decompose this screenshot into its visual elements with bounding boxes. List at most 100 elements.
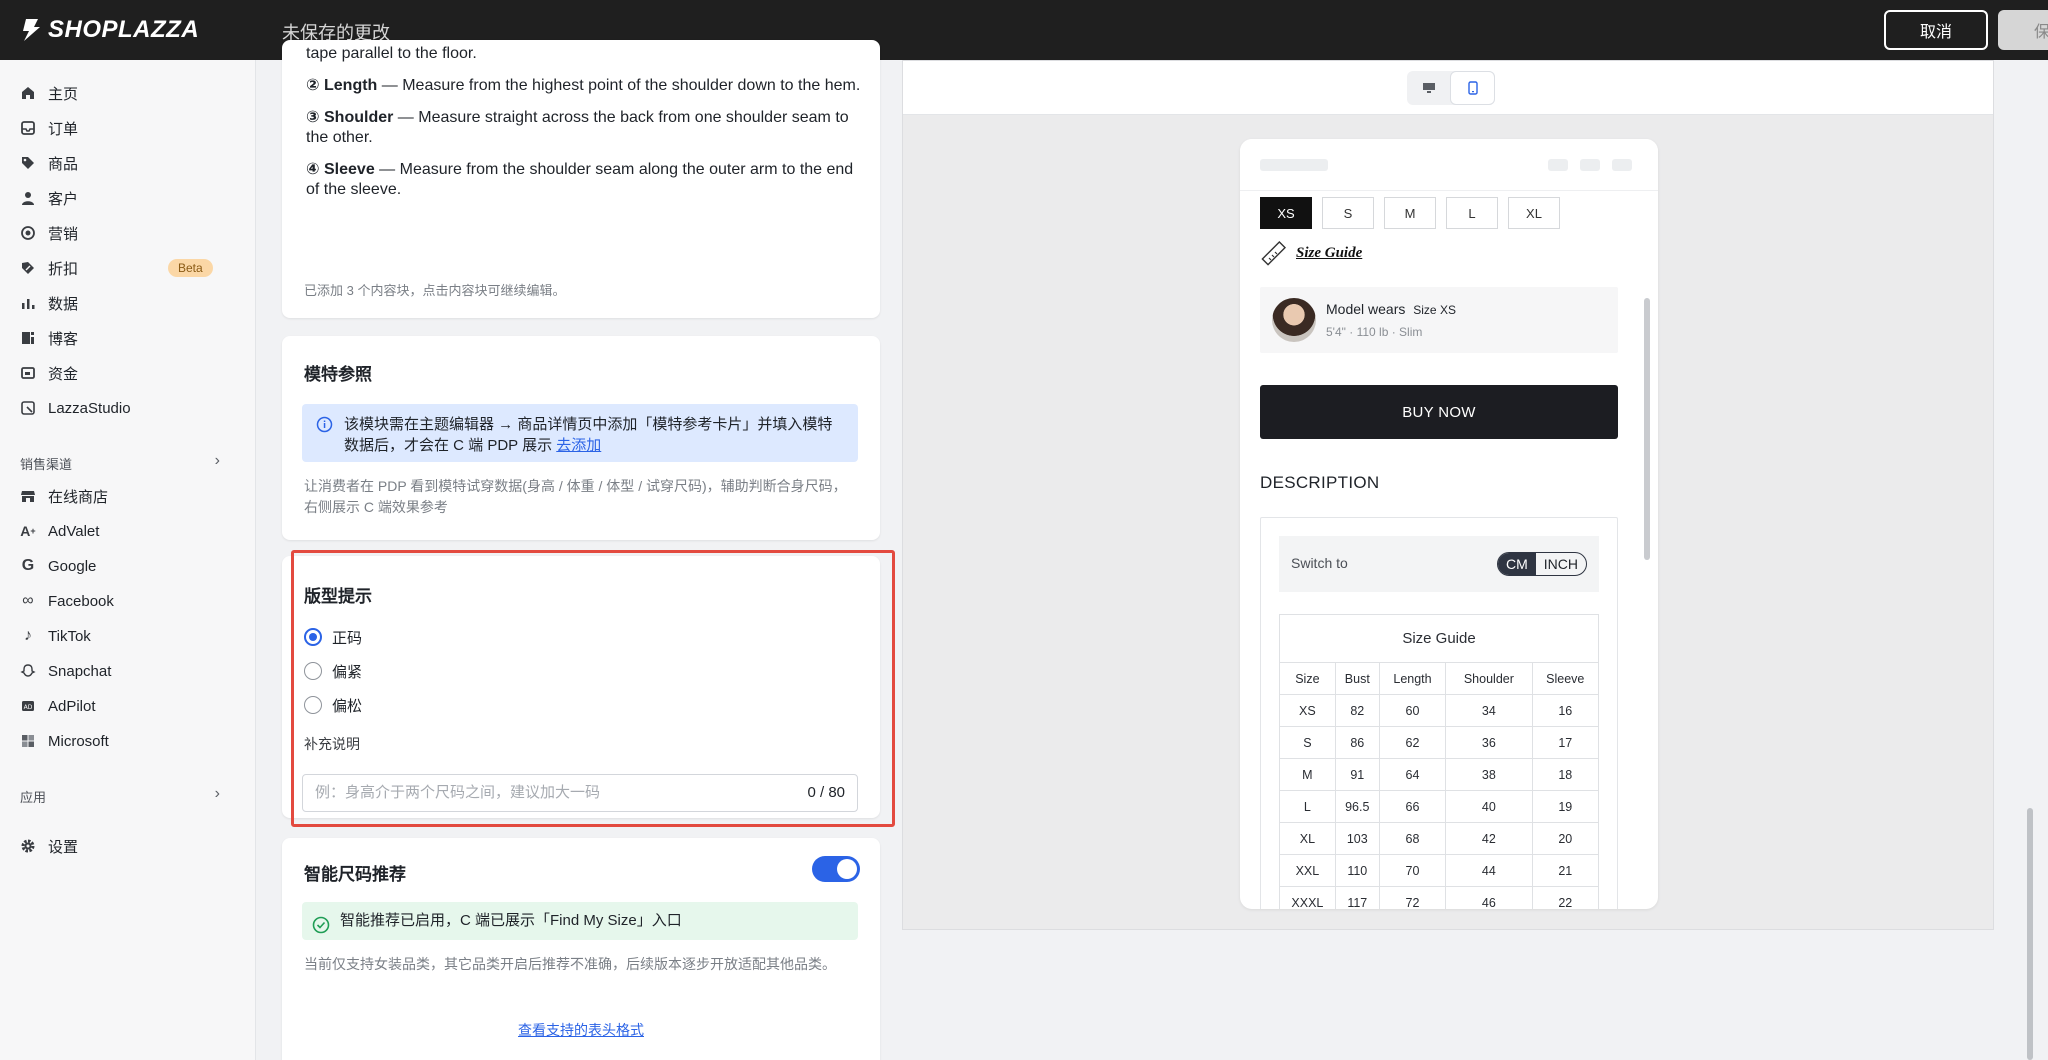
wallet-icon [18,363,38,383]
sales-channels-section[interactable]: 销售渠道 › [20,452,220,473]
beta-badge: Beta [168,259,213,277]
table-row: XL 103 68 42 20 [1279,822,1600,855]
table-cell: L [1279,790,1336,823]
table-header-row: Size Bust Length Shoulder Sleeve [1279,662,1600,695]
buy-now-button[interactable]: BUY NOW [1260,385,1618,439]
unit-cm[interactable]: CM [1497,553,1536,575]
table-cell: 17 [1531,726,1600,759]
sidebar-item-label: 折扣 [48,260,79,278]
sidebar-item-microsoft[interactable]: Microsoft [18,726,238,756]
measure-num: ② [306,77,320,94]
sidebar-item-online-store[interactable]: 在线商店 [18,481,238,511]
radio-button[interactable] [304,628,322,646]
sidebar-item-home[interactable]: 主页 [18,78,238,108]
sidebar-item-finance[interactable]: 资金 [18,358,238,388]
table-cell: 42 [1445,822,1533,855]
sidebar-item-blog[interactable]: 博客 [18,323,238,353]
adpilot-icon: AD [18,696,38,716]
table-cell: 70 [1378,854,1447,887]
desktop-icon[interactable] [1407,71,1450,105]
smart-size-toggle[interactable] [812,856,860,882]
preview-scrollbar[interactable] [1644,298,1650,560]
sidebar-item-orders[interactable]: 订单 [18,113,238,143]
measure-name: Sleeve [324,161,375,178]
model-card-desc: 让消费者在 PDP 看到模特试穿数据(身高 / 体重 / 体型 / 试穿尺码)，… [304,478,847,515]
sidebar-item-google[interactable]: G Google [18,551,238,581]
unit-inch[interactable]: INCH [1536,553,1586,575]
smart-size-desc: 当前仅支持女装品类，其它品类开启后推荐不准确，后续版本逐步开放适配其他品类。 [304,956,836,972]
measure-num: ④ [306,161,320,178]
model-avatar [1272,298,1316,342]
save-button[interactable]: 保存 [1998,10,2048,50]
info-banner: 该模块需在主题编辑器 → 商品详情页中添加「模特参考卡片」并填入模特数据后，才会… [302,404,858,462]
sidebar-item-customers[interactable]: 客户 [18,183,238,213]
microsoft-icon [18,731,38,751]
sidebar-item-label: Facebook [48,592,114,610]
size-option-l[interactable]: L [1446,197,1498,229]
logo-mark-icon [23,19,40,41]
char-counter: 0 / 80 [807,784,845,801]
mobile-preview: XS S M L XL Size Guide Model wears Size … [1240,139,1658,909]
sidebar-item-label: 订单 [48,120,79,138]
sidebar-item-analytics[interactable]: 数据 [18,288,238,318]
table-cell: 38 [1445,758,1533,791]
info-icon [316,416,333,439]
mobile-icon[interactable] [1450,71,1495,105]
size-guide-table: Size Guide Size Bust Length Shoulder Sle… [1279,614,1600,909]
sidebar-item-marketing[interactable]: 营销 [18,218,238,248]
sidebar-item-adpilot[interactable]: AD AdPilot [18,691,238,721]
add-module-link[interactable]: 去添加 [556,437,601,454]
measure-shoulder: ③ Shoulder — Measure straight across the… [306,108,866,148]
radio-runs-small[interactable]: 偏紧 [304,654,362,688]
table-cell: M [1279,758,1336,791]
radio-button[interactable] [304,696,322,714]
header-placeholder [1260,159,1328,171]
header-format-link[interactable]: 查看支持的表头格式 [518,1022,644,1038]
size-guide-link[interactable]: Size Guide [1296,245,1362,262]
table-row: M 91 64 38 18 [1279,758,1600,791]
model-size: Size XS [1413,303,1456,317]
sidebar-item-advalet[interactable]: A + AdValet [18,516,238,546]
size-option-xs[interactable]: XS [1260,197,1312,229]
table-cell: 16 [1531,694,1600,727]
radio-runs-large[interactable]: 偏松 [304,688,362,722]
sidebar-item-lazzastudio[interactable]: LazzaStudio [18,393,238,423]
svg-text:AD: AD [24,704,33,711]
note-input[interactable]: 例：身高介于两个尺码之间，建议加大一码 0 / 80 [302,774,858,812]
sidebar-item-facebook[interactable]: ∞ Facebook [18,586,238,616]
radio-true-to-size[interactable]: 正码 [304,620,362,654]
person-icon [18,188,38,208]
measure-name: Length [324,77,378,94]
radio-button[interactable] [304,662,322,680]
column-header: Length [1378,662,1447,695]
size-option-s[interactable]: S [1322,197,1374,229]
cancel-button[interactable]: 取消 [1884,10,1988,50]
page-scrollbar[interactable] [2027,808,2033,1060]
sidebar-item-label: 设置 [48,838,79,856]
size-option-m[interactable]: M [1384,197,1436,229]
sidebar-item-settings[interactable]: 设置 [18,831,238,861]
sidebar-item-snapchat[interactable]: Snapchat [18,656,238,686]
model-wears-line: Model wears Size XS [1326,301,1456,317]
measure-guide-card[interactable]: tape parallel to the floor. ② Length — M… [282,40,880,318]
sidebar-item-label: AdValet [48,522,100,540]
sidebar-item-label: 博客 [48,330,79,348]
gear-icon [18,836,38,856]
shoplazza-logo[interactable]: SHOPLAZZA [20,15,199,45]
sidebar: 主页 订单 商品 客户 营销 折扣 Beta 数据 博客 资金 LazzaStu… [0,60,256,1060]
sidebar-item-products[interactable]: 商品 [18,148,238,178]
meta-icon: ∞ [22,592,34,609]
apps-section[interactable]: 应用 › [20,785,220,806]
table-cell: XL [1279,822,1336,855]
table-cell: 40 [1445,790,1533,823]
size-option-xl[interactable]: XL [1508,197,1560,229]
section-label: 销售渠道 [20,457,73,472]
card-title: 版型提示 [304,587,372,606]
card-title: 模特参照 [304,365,372,384]
advalet-icon: A + [20,523,36,539]
unit-toggle[interactable]: CM INCH [1496,552,1587,576]
table-cell: 62 [1378,726,1447,759]
table-row: XXXL 117 72 46 22 [1279,886,1600,909]
sidebar-item-discounts[interactable]: 折扣 Beta [18,253,238,283]
sidebar-item-tiktok[interactable]: ♪ TikTok [18,621,238,651]
